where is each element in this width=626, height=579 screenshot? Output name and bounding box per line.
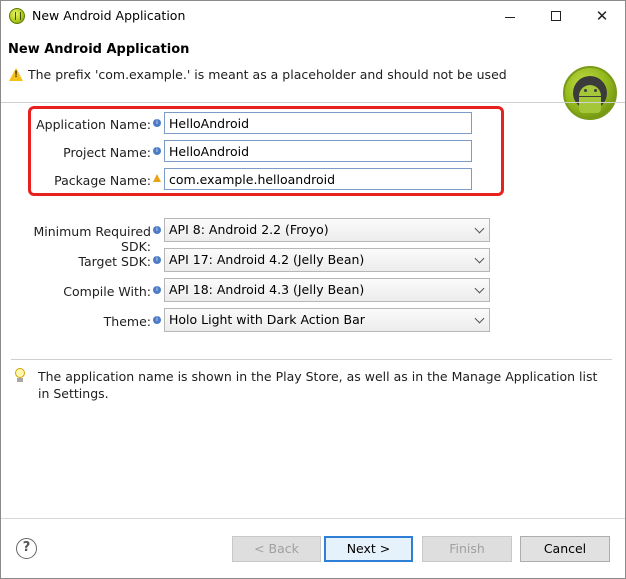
target-sdk-select[interactable]: API 17: Android 4.2 (Jelly Bean) (164, 248, 490, 272)
chevron-down-icon (474, 313, 485, 324)
package-name-input[interactable] (164, 168, 472, 190)
maximize-button[interactable] (533, 1, 579, 31)
project-name-label: Project Name: (63, 145, 151, 160)
maximize-icon (551, 11, 561, 21)
new-android-application-dialog: New Android Application ✕ New Android Ap… (0, 0, 626, 579)
info-icon: i (153, 316, 161, 324)
android-logo (563, 66, 617, 120)
target-sdk-label: Target SDK: (78, 254, 151, 269)
wizard-header: New Android Application The prefix 'com.… (1, 31, 625, 120)
info-icon: i (153, 119, 161, 127)
close-button[interactable]: ✕ (579, 1, 625, 31)
info-icon: i (153, 147, 161, 155)
warning-icon (9, 68, 23, 81)
warning-message: The prefix 'com.example.' is meant as a … (28, 67, 507, 82)
section-divider (11, 359, 612, 360)
info-icon: i (153, 286, 161, 294)
target-sdk-value: API 17: Android 4.2 (Jelly Bean) (169, 252, 365, 267)
minimize-icon (505, 16, 515, 18)
application-name-input[interactable] (164, 112, 472, 134)
application-name-label: Application Name: (36, 117, 151, 132)
page-title: New Android Application (8, 42, 190, 57)
lightbulb-icon (14, 368, 26, 382)
minimize-button[interactable] (487, 1, 533, 31)
footer-divider (1, 518, 625, 519)
min-sdk-select[interactable]: API 8: Android 2.2 (Froyo) (164, 218, 490, 242)
window-title: New Android Application (32, 8, 186, 23)
warning-icon (153, 174, 161, 182)
eclipse-adt-icon (9, 8, 25, 24)
min-sdk-label: Minimum Required SDK: (33, 224, 151, 254)
info-icon: i (153, 226, 161, 234)
close-icon: ✕ (595, 7, 609, 25)
title-bar[interactable]: New Android Application ✕ (1, 1, 625, 31)
chevron-down-icon (474, 283, 485, 294)
theme-label: Theme: (103, 314, 151, 329)
theme-value: Holo Light with Dark Action Bar (169, 312, 365, 327)
chevron-down-icon (474, 223, 485, 234)
compile-with-label: Compile With: (63, 284, 151, 299)
help-icon[interactable]: ? (16, 538, 37, 559)
header-divider (1, 102, 625, 103)
info-icon: i (153, 256, 161, 264)
package-name-label: Package Name: (54, 173, 151, 188)
compile-with-select[interactable]: API 18: Android 4.3 (Jelly Bean) (164, 278, 490, 302)
finish-button[interactable]: Finish (422, 536, 512, 562)
compile-with-value: API 18: Android 4.3 (Jelly Bean) (169, 282, 365, 297)
next-button[interactable]: Next > (324, 536, 413, 562)
hint-text: The application name is shown in the Pla… (38, 369, 598, 401)
cancel-button[interactable]: Cancel (520, 536, 610, 562)
theme-select[interactable]: Holo Light with Dark Action Bar (164, 308, 490, 332)
min-sdk-value: API 8: Android 2.2 (Froyo) (169, 222, 329, 237)
project-name-input[interactable] (164, 140, 472, 162)
back-button[interactable]: < Back (232, 536, 321, 562)
chevron-down-icon (474, 253, 485, 264)
